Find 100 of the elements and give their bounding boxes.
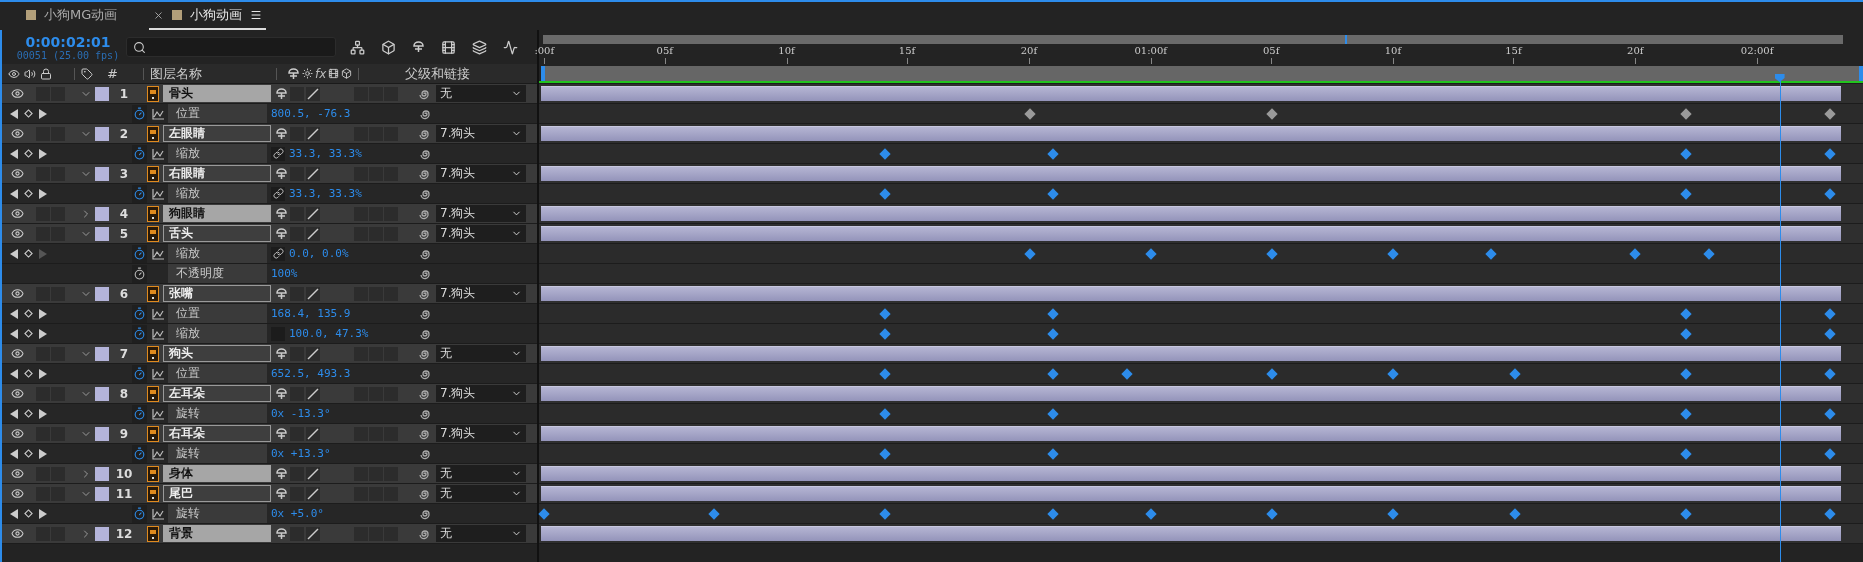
keyframe[interactable] — [1266, 248, 1279, 260]
keyframe[interactable] — [1387, 508, 1399, 520]
spiral-icon[interactable] — [418, 487, 430, 500]
label-swatch[interactable] — [95, 226, 109, 241]
shy-icon[interactable] — [275, 167, 288, 180]
label-swatch[interactable] — [95, 426, 109, 441]
spiral-icon[interactable] — [419, 367, 431, 380]
quality-icon[interactable] — [306, 166, 320, 181]
keyframe[interactable] — [1047, 328, 1059, 340]
label-swatch[interactable] — [95, 526, 109, 541]
label-swatch[interactable] — [95, 486, 109, 501]
parent-dropdown[interactable]: 无 — [436, 465, 526, 482]
stopwatch-icon[interactable] — [133, 107, 146, 120]
keyframe[interactable] — [1629, 248, 1641, 260]
keyframe[interactable] — [1824, 448, 1836, 460]
layer-name[interactable]: 左眼睛 — [163, 125, 271, 142]
visibility-icon[interactable] — [10, 87, 24, 100]
stopwatch-icon[interactable] — [133, 447, 146, 460]
quality-icon[interactable] — [306, 346, 320, 361]
graph-icon[interactable] — [152, 307, 165, 320]
keyframe[interactable] — [1047, 308, 1059, 320]
property-value[interactable]: 0x -13.3° — [271, 407, 401, 420]
visibility-icon[interactable] — [10, 287, 24, 300]
shy-icon[interactable] — [275, 127, 288, 140]
previous-keyframe-icon[interactable] — [10, 248, 18, 259]
graph-icon[interactable] — [152, 507, 165, 520]
spiral-icon[interactable] — [418, 87, 430, 100]
spiral-icon[interactable] — [418, 467, 430, 480]
keyframe[interactable] — [878, 328, 891, 340]
stopwatch-icon[interactable] — [133, 407, 146, 420]
spiral-icon[interactable] — [418, 127, 430, 140]
keyframe[interactable] — [1145, 248, 1157, 260]
keyframe[interactable] — [1679, 108, 1692, 120]
parent-dropdown[interactable]: 无 — [436, 485, 526, 502]
previous-keyframe-icon[interactable] — [10, 328, 18, 339]
layer-name[interactable]: 右耳朵 — [163, 425, 271, 442]
keyframe[interactable] — [1679, 508, 1692, 520]
graph-icon[interactable] — [152, 107, 165, 120]
spiral-icon[interactable] — [419, 307, 431, 320]
shy-icon[interactable] — [275, 207, 288, 220]
parent-dropdown[interactable]: 7.狗头 — [436, 165, 526, 182]
shy-icon[interactable] — [275, 527, 288, 540]
property-value[interactable]: 800.5, -76.3 — [271, 107, 401, 120]
quality-icon[interactable] — [306, 286, 320, 301]
label-swatch[interactable] — [95, 286, 109, 301]
quality-icon[interactable] — [306, 526, 320, 541]
keyframe[interactable] — [1679, 408, 1692, 420]
stopwatch-icon[interactable] — [133, 247, 146, 260]
add-keyframe-icon[interactable] — [24, 189, 33, 198]
shy-icon[interactable] — [275, 387, 288, 400]
quality-icon[interactable] — [306, 426, 320, 441]
shy-icon[interactable] — [275, 347, 288, 360]
layer-name[interactable]: 张嘴 — [163, 285, 271, 302]
stopwatch-icon[interactable] — [133, 267, 146, 280]
keyframe[interactable] — [1679, 368, 1692, 380]
parent-dropdown[interactable]: 无 — [436, 345, 526, 362]
keyframe[interactable] — [1679, 448, 1692, 460]
next-keyframe-icon[interactable] — [39, 368, 47, 379]
close-icon[interactable] — [153, 9, 165, 21]
spiral-icon[interactable] — [419, 407, 431, 420]
parent-dropdown[interactable]: 7.狗头 — [436, 125, 526, 142]
visibility-icon[interactable] — [10, 127, 24, 140]
graph-icon[interactable] — [152, 407, 165, 420]
keyframe[interactable] — [1824, 328, 1836, 340]
quality-icon[interactable] — [306, 226, 320, 241]
previous-keyframe-icon[interactable] — [10, 108, 18, 119]
keyframe[interactable] — [1824, 308, 1836, 320]
graph-icon[interactable] — [152, 327, 165, 340]
next-keyframe-icon[interactable] — [39, 408, 47, 419]
keyframe[interactable] — [1679, 148, 1692, 160]
add-keyframe-icon[interactable] — [24, 109, 33, 118]
shy-icon[interactable] — [275, 467, 288, 480]
property-value[interactable]: 100.0, 47.3% — [289, 327, 419, 340]
link-icon[interactable] — [271, 146, 285, 161]
next-keyframe-icon[interactable] — [39, 508, 47, 519]
parent-dropdown[interactable]: 无 — [436, 525, 526, 542]
add-keyframe-icon[interactable] — [24, 309, 33, 318]
graph-icon[interactable] — [152, 367, 165, 380]
property-value[interactable]: 33.3, 33.3% — [289, 147, 419, 160]
property-value[interactable]: 652.5, 493.3 — [271, 367, 401, 380]
parent-dropdown[interactable]: 7.狗头 — [436, 425, 526, 442]
visibility-icon[interactable] — [10, 427, 24, 440]
property-value[interactable]: 168.4, 135.9 — [271, 307, 401, 320]
parent-dropdown[interactable]: 7.狗头 — [436, 205, 526, 222]
previous-keyframe-icon[interactable] — [10, 308, 18, 319]
graph-icon[interactable] — [152, 247, 165, 260]
stopwatch-icon[interactable] — [133, 507, 146, 520]
parent-dropdown[interactable]: 7.狗头 — [436, 385, 526, 402]
visibility-icon[interactable] — [10, 227, 24, 240]
label-swatch[interactable] — [95, 466, 109, 481]
visibility-icon[interactable] — [10, 347, 24, 360]
keyframe[interactable] — [1266, 508, 1279, 520]
keyframe[interactable] — [878, 508, 891, 520]
keyframe[interactable] — [878, 148, 891, 160]
add-keyframe-icon[interactable] — [24, 249, 33, 258]
add-keyframe-icon[interactable] — [24, 509, 33, 518]
spiral-icon[interactable] — [418, 527, 430, 540]
quality-icon[interactable] — [306, 386, 320, 401]
stopwatch-icon[interactable] — [133, 327, 146, 340]
add-keyframe-icon[interactable] — [24, 369, 33, 378]
